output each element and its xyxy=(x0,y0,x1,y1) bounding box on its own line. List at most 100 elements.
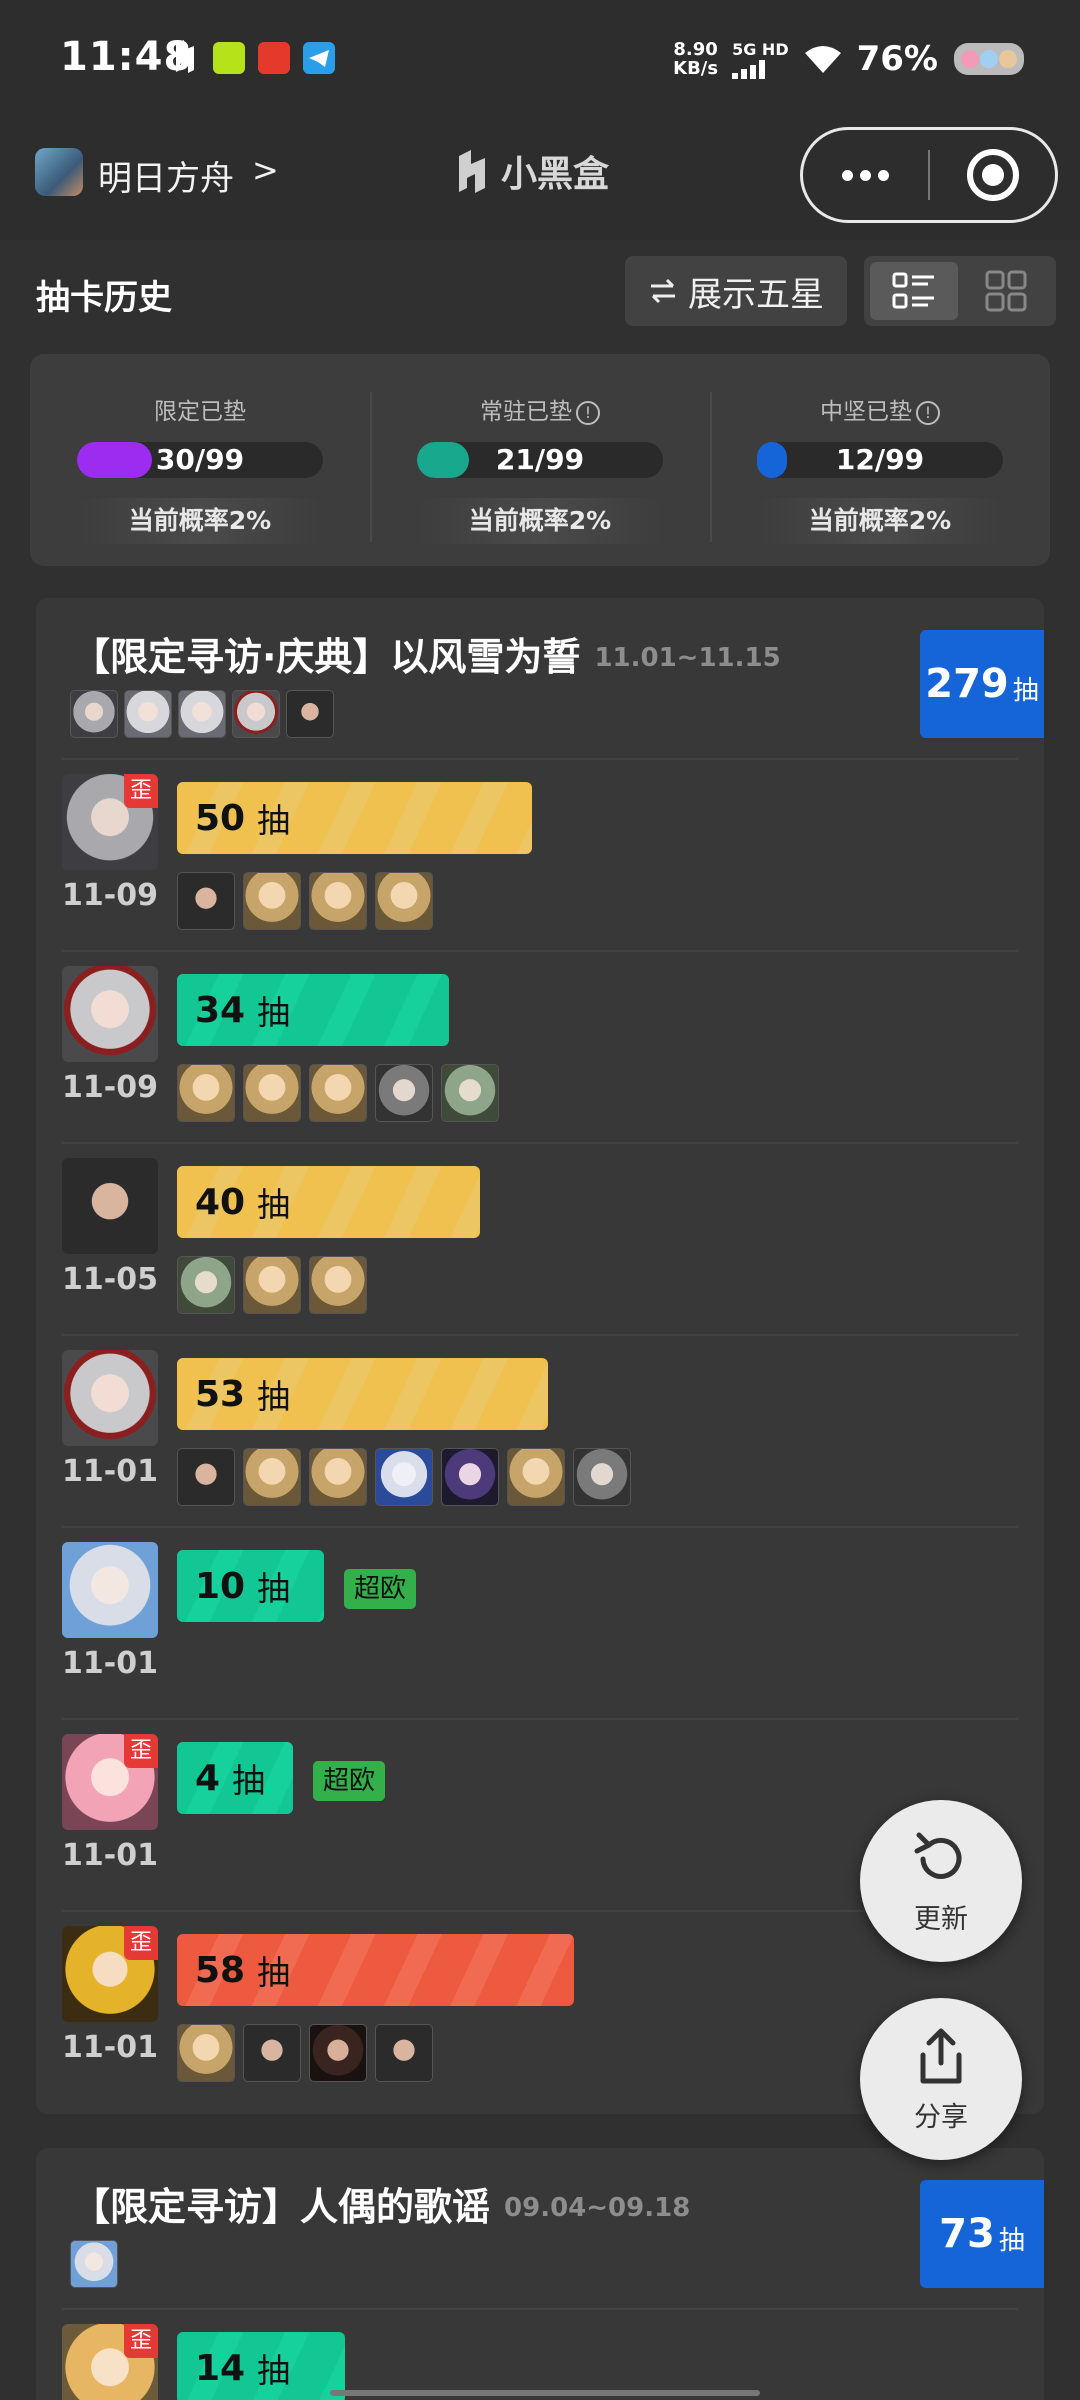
pull-date: 11-01 xyxy=(62,1454,158,1489)
featured-operator-avatar[interactable] xyxy=(70,2240,118,2288)
pull-history xyxy=(177,1256,367,1314)
close-mini-program-button[interactable] xyxy=(930,130,1055,220)
heybox-notification-icon xyxy=(170,40,202,73)
pity-progress-bar: 12/99 xyxy=(757,442,1003,478)
banner-dates: 11.01~11.15 xyxy=(594,643,781,673)
pull-count-bar: 14 抽 xyxy=(177,2332,345,2400)
game-avatar[interactable] xyxy=(35,148,83,196)
pull-count-bar: 40 抽 xyxy=(177,1166,480,1238)
refresh-icon xyxy=(914,1832,962,1879)
banner-title: 【限定寻访】人偶的歌谣 09.04~09.18 xyxy=(72,2185,691,2229)
game-switcher[interactable]: 明日方舟 xyxy=(98,151,234,200)
app-notification-icon xyxy=(213,42,245,74)
pulled-operator-avatar[interactable] xyxy=(177,1256,235,1314)
operator-avatar[interactable]: 歪 xyxy=(62,1734,158,1830)
share-button[interactable]: 分享 xyxy=(860,1998,1022,2160)
pull-history xyxy=(177,2024,433,2082)
operator-avatar[interactable] xyxy=(62,1350,158,1446)
pull-record: 11-05 40 抽 xyxy=(36,1142,1044,1334)
pulled-operator-avatar[interactable] xyxy=(309,1256,367,1314)
pity-label: 中坚已垫! xyxy=(710,392,1050,426)
operator-avatar[interactable]: 歪 xyxy=(62,2324,158,2400)
pulled-operator-avatar[interactable] xyxy=(309,2024,367,2082)
lucky-badge: 超欧 xyxy=(313,1761,386,1801)
heybox-logo-icon xyxy=(459,150,485,193)
battery-icon xyxy=(954,43,1024,75)
pity-count: 21/99 xyxy=(495,443,585,476)
featured-operator-avatar[interactable] xyxy=(70,690,118,738)
pull-record: 11-01 53 抽 xyxy=(36,1334,1044,1526)
pull-history xyxy=(177,872,433,930)
pull-date: 11-09 xyxy=(62,878,158,913)
pulled-operator-avatar[interactable] xyxy=(309,1064,367,1122)
pull-date: 11-09 xyxy=(62,1070,158,1105)
pulled-operator-avatar[interactable] xyxy=(441,1448,499,1506)
grid-view-button[interactable] xyxy=(962,262,1050,320)
pulled-operator-avatar[interactable] xyxy=(375,1448,433,1506)
operator-avatar[interactable] xyxy=(62,1542,158,1638)
operator-avatar[interactable] xyxy=(62,1158,158,1254)
share-icon xyxy=(920,2028,962,2083)
featured-operator-avatar[interactable] xyxy=(286,690,334,738)
pull-count-bar: 50 抽 xyxy=(177,782,532,854)
pity-column: 限定已垫 30/99 当前概率2% xyxy=(30,354,370,566)
list-view-button[interactable] xyxy=(870,262,958,320)
off-banner-badge: 歪 xyxy=(124,1734,158,1768)
pull-count-bar: 4抽 xyxy=(177,1742,293,1814)
pulled-operator-avatar[interactable] xyxy=(177,1448,235,1506)
total-pulls-badge: 279 抽 xyxy=(920,630,1044,738)
pull-date: 11-01 xyxy=(62,2030,158,2065)
pulled-operator-avatar[interactable] xyxy=(243,872,301,930)
info-icon[interactable]: ! xyxy=(576,400,600,425)
off-banner-badge: 歪 xyxy=(124,1926,158,1960)
pull-record: 歪 14 抽 xyxy=(36,2308,1044,2400)
pity-label: 限定已垫 xyxy=(154,399,246,425)
refresh-button[interactable]: 更新 xyxy=(860,1800,1022,1962)
pulled-operator-avatar[interactable] xyxy=(177,872,235,930)
off-banner-badge: 歪 xyxy=(124,774,158,808)
pulled-operator-avatar[interactable] xyxy=(243,2024,301,2082)
featured-operator-avatar[interactable] xyxy=(124,690,172,738)
pulled-operator-avatar[interactable] xyxy=(309,1448,367,1506)
banner-dates: 09.04~09.18 xyxy=(504,2193,691,2223)
pull-history xyxy=(177,1448,631,1506)
pulled-operator-avatar[interactable] xyxy=(507,1448,565,1506)
pity-count: 30/99 xyxy=(155,443,245,476)
current-rate: 当前概率2% xyxy=(417,498,663,544)
show-five-star-button[interactable]: 展示五星 xyxy=(625,256,847,326)
lucky-badge: 超欧 xyxy=(344,1569,417,1609)
chevron-right-icon[interactable]: > xyxy=(252,151,279,189)
pity-count: 12/99 xyxy=(835,443,925,476)
pulled-operator-avatar[interactable] xyxy=(177,2024,235,2082)
pulled-operator-avatar[interactable] xyxy=(309,872,367,930)
pulled-operator-avatar[interactable] xyxy=(243,1448,301,1506)
pulled-operator-avatar[interactable] xyxy=(177,1064,235,1122)
operator-avatar[interactable]: 歪 xyxy=(62,1926,158,2022)
operator-avatar[interactable]: 歪 xyxy=(62,774,158,870)
pulled-operator-avatar[interactable] xyxy=(243,1064,301,1122)
pulled-operator-avatar[interactable] xyxy=(441,1064,499,1122)
app-brand: 小黑盒 xyxy=(455,145,609,197)
pull-history xyxy=(177,1064,499,1122)
battery-percent: 76% xyxy=(856,39,938,79)
page-title: 抽卡历史 xyxy=(36,278,172,318)
pull-date: 11-05 xyxy=(62,1262,158,1297)
pulled-operator-avatar[interactable] xyxy=(573,1448,631,1506)
featured-operator-avatar[interactable] xyxy=(178,690,226,738)
more-options-button[interactable] xyxy=(803,130,928,220)
operator-avatar[interactable] xyxy=(62,966,158,1062)
info-icon[interactable]: ! xyxy=(916,400,940,425)
featured-operators xyxy=(70,690,334,738)
pulled-operator-avatar[interactable] xyxy=(243,1256,301,1314)
home-indicator xyxy=(330,2390,760,2396)
pull-count-bar: 34 抽 xyxy=(177,974,449,1046)
grid-view-icon xyxy=(985,270,1027,312)
pulled-operator-avatar[interactable] xyxy=(375,872,433,930)
pity-progress-bar: 21/99 xyxy=(417,442,663,478)
network-speed: 8.90 KB/s xyxy=(673,39,719,79)
pulled-operator-avatar[interactable] xyxy=(375,2024,433,2082)
pull-date: 11-01 xyxy=(62,1838,158,1873)
list-view-icon xyxy=(892,272,934,309)
featured-operator-avatar[interactable] xyxy=(232,690,280,738)
pulled-operator-avatar[interactable] xyxy=(375,1064,433,1122)
